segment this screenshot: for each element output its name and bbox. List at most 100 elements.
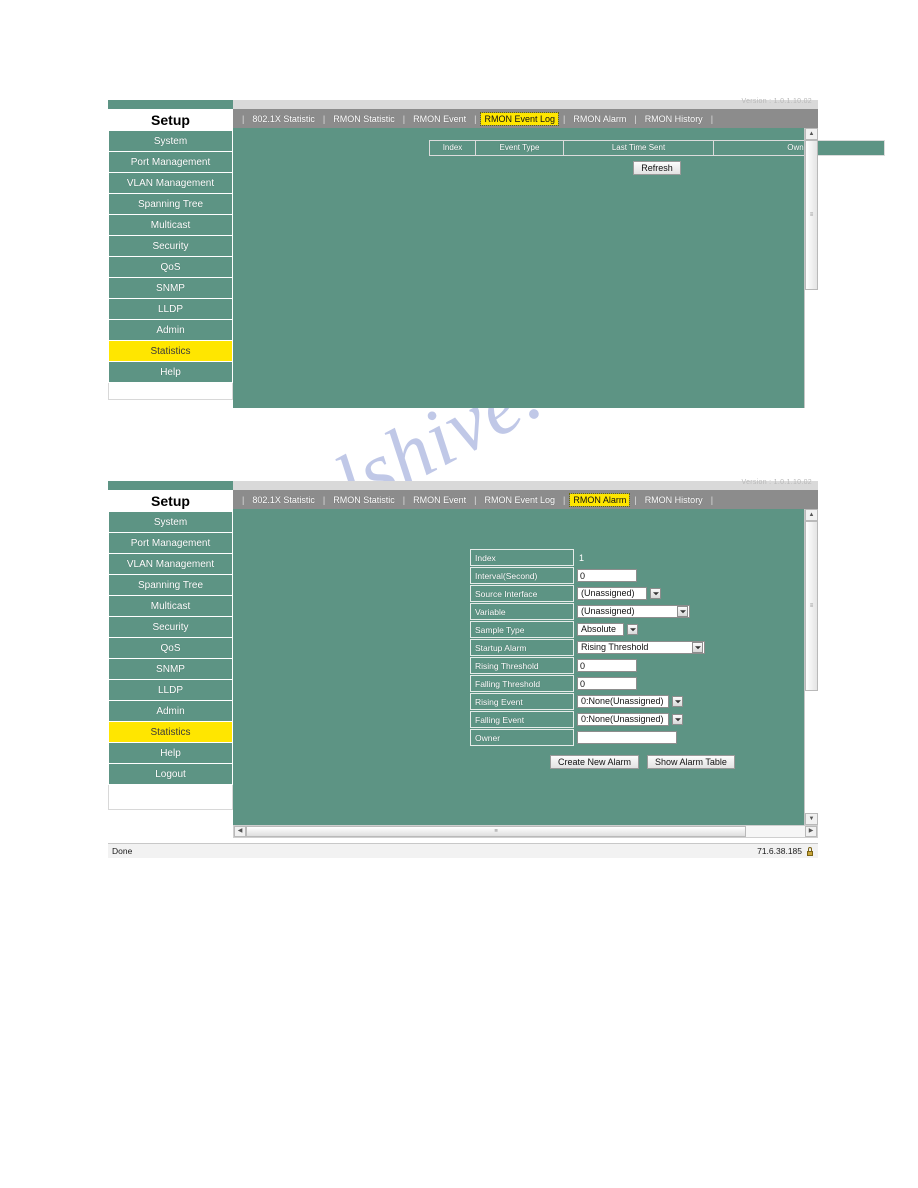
scrollbar-thumb[interactable]: ≡ [805, 140, 818, 290]
tab-rmon-event[interactable]: RMON Event [410, 113, 469, 125]
tab-rmon-alarm[interactable]: RMON Alarm [569, 492, 631, 507]
sidebar-item-system[interactable]: System [108, 512, 233, 533]
sidebar-item-label: Spanning Tree [137, 199, 204, 210]
field-value-index: 1 [577, 553, 584, 563]
sidebar-item-statistics[interactable]: Statistics [108, 722, 233, 743]
input-interval-second[interactable]: 0 [577, 569, 637, 582]
sidebar-item-snmp[interactable]: SNMP [108, 659, 233, 680]
tab-rmon-event[interactable]: RMON Event [410, 494, 469, 506]
chevron-down-icon[interactable] [672, 696, 683, 707]
select-startup-alarm[interactable]: Rising Threshold [577, 641, 705, 654]
sidebar-item-security[interactable]: Security [108, 236, 233, 257]
tab-separator: | [242, 113, 245, 124]
vertical-scrollbar[interactable]: ▲ ≡ [804, 128, 818, 408]
scroll-left-arrow-icon[interactable]: ◀ [234, 826, 246, 837]
horizontal-scrollbar[interactable]: ◀ ≡ ▶ [233, 825, 818, 838]
sidebar-item-help[interactable]: Help [108, 362, 233, 383]
tab-802-1x-statistic[interactable]: 802.1X Statistic [249, 113, 318, 125]
field-value-source-interface: (Unassigned) [577, 587, 662, 600]
sidebar-item-qos[interactable]: QoS [108, 257, 233, 278]
sidebar-item-multicast[interactable]: Multicast [108, 596, 233, 617]
tab-rmon-history[interactable]: RMON History [642, 494, 706, 506]
button-show-alarm-table[interactable]: Show Alarm Table [647, 755, 735, 769]
form-row-startup-alarm: Startup Alarm Rising Threshold [470, 639, 735, 656]
tab-rmon-statistic[interactable]: RMON Statistic [330, 113, 398, 125]
static-value-index: 1 [579, 552, 585, 563]
tab-separator: | [710, 494, 714, 505]
tab-separator: | [634, 113, 637, 124]
sidebar-item-vlan-management[interactable]: VLAN Management [108, 554, 233, 575]
chevron-down-icon[interactable] [672, 714, 683, 725]
chevron-down-icon[interactable] [650, 588, 661, 599]
select-sample-type[interactable]: Absolute [577, 623, 639, 636]
sidebar-item-spanning-tree[interactable]: Spanning Tree [108, 575, 233, 596]
tab-separator: | [402, 113, 406, 124]
field-label-index: Index [470, 549, 574, 566]
sidebar-item-lldp[interactable]: LLDP [108, 299, 233, 320]
scrollbar-thumb-2[interactable]: ≡ [805, 521, 818, 691]
vertical-scrollbar-2[interactable]: ▲ ≡ ▼ [804, 509, 818, 825]
sidebar-navigation-2: Setup System Port Management VLAN Manageme… [108, 490, 234, 825]
tab-rmon-event-log[interactable]: RMON Event Log [481, 494, 558, 506]
sidebar-item-multicast[interactable]: Multicast [108, 215, 233, 236]
tab-rmon-event-log[interactable]: RMON Event Log [480, 111, 559, 126]
sidebar-item-snmp[interactable]: SNMP [108, 278, 233, 299]
status-bar-right: 71.6.38.185 [757, 846, 814, 856]
tab-rmon-history[interactable]: RMON History [642, 113, 706, 125]
sidebar-item-label: LLDP [157, 685, 183, 696]
column-header-last-time-sent: Last Time Sent [564, 141, 714, 155]
sidebar-item-admin[interactable]: Admin [108, 701, 233, 722]
field-value-falling-event: 0:None(Unassigned) [577, 713, 684, 726]
sidebar-item-label: VLAN Management [126, 559, 215, 570]
sidebar-item-vlan-management[interactable]: VLAN Management [108, 173, 233, 194]
chevron-down-icon[interactable] [692, 642, 703, 653]
sidebar-item-qos[interactable]: QoS [108, 638, 233, 659]
sidebar-navigation: Setup System Port Management VLAN Manageme… [108, 109, 234, 408]
select-variable[interactable]: (Unassigned) [577, 605, 690, 618]
sidebar-item-logout[interactable]: Logout [108, 764, 233, 785]
sidebar-item-spanning-tree[interactable]: Spanning Tree [108, 194, 233, 215]
field-value-sample-type: Absolute [577, 623, 639, 636]
select-rising-event[interactable]: 0:None(Unassigned) [577, 695, 684, 708]
sidebar-item-help[interactable]: Help [108, 743, 233, 764]
input-owner[interactable] [577, 731, 677, 744]
tab-bar-2: | 802.1X Statistic | RMON Statistic | RMON Ev… [233, 490, 818, 509]
button-create-new-alarm[interactable]: Create New Alarm [550, 755, 640, 769]
sidebar-item-security[interactable]: Security [108, 617, 233, 638]
tab-rmon-statistic[interactable]: RMON Statistic [330, 494, 398, 506]
sidebar-item-label: Help [160, 748, 181, 759]
field-label-falling-event: Falling Event [470, 711, 574, 728]
panel-top-strip-2: Version : 1.0.1.10.02 [108, 479, 818, 490]
sidebar-item-label: Security [152, 622, 189, 633]
select-falling-event[interactable]: 0:None(Unassigned) [577, 713, 684, 726]
sidebar-item-admin[interactable]: Admin [108, 320, 233, 341]
horizontal-scrollbar-thumb[interactable]: ≡ [246, 826, 746, 837]
input-falling-threshold[interactable]: 0 [577, 677, 637, 690]
scroll-up-arrow-icon-2[interactable]: ▲ [805, 509, 818, 521]
scroll-up-arrow-icon[interactable]: ▲ [805, 128, 818, 140]
input-rising-threshold[interactable]: 0 [577, 659, 637, 672]
tab-802-1x-statistic[interactable]: 802.1X Statistic [249, 494, 318, 506]
tab-separator: | [634, 494, 637, 505]
field-label-falling-threshold: Falling Threshold [470, 675, 574, 692]
tab-bar: | 802.1X Statistic | RMON Statistic | RMON Ev… [233, 109, 818, 128]
sidebar-item-statistics[interactable]: Statistics [108, 341, 233, 362]
field-value-falling-threshold: 0 [577, 677, 637, 690]
select-source-interface[interactable]: (Unassigned) [577, 587, 662, 600]
chevron-down-icon[interactable] [627, 624, 638, 635]
tab-rmon-alarm[interactable]: RMON Alarm [570, 113, 629, 125]
sidebar-item-label: QoS [160, 262, 181, 273]
sidebar-item-port-management[interactable]: Port Management [108, 533, 233, 554]
sidebar-item-lldp[interactable]: LLDP [108, 680, 233, 701]
sidebar-item-port-management[interactable]: Port Management [108, 152, 233, 173]
sidebar-item-label: Security [152, 241, 189, 252]
chevron-down-icon[interactable] [677, 606, 688, 617]
version-label-2: Version : 1.0.1.10.02 [741, 479, 812, 486]
sidebar-item-system[interactable]: System [108, 131, 233, 152]
sidebar-item-label: SNMP [156, 664, 185, 675]
form-row-source-interface: Source Interface (Unassigned) [470, 585, 735, 602]
top-strip-green-nub [108, 100, 233, 109]
scroll-right-arrow-icon[interactable]: ▶ [805, 826, 817, 837]
refresh-button[interactable]: Refresh [633, 161, 681, 175]
scroll-down-arrow-icon-2[interactable]: ▼ [805, 813, 818, 825]
